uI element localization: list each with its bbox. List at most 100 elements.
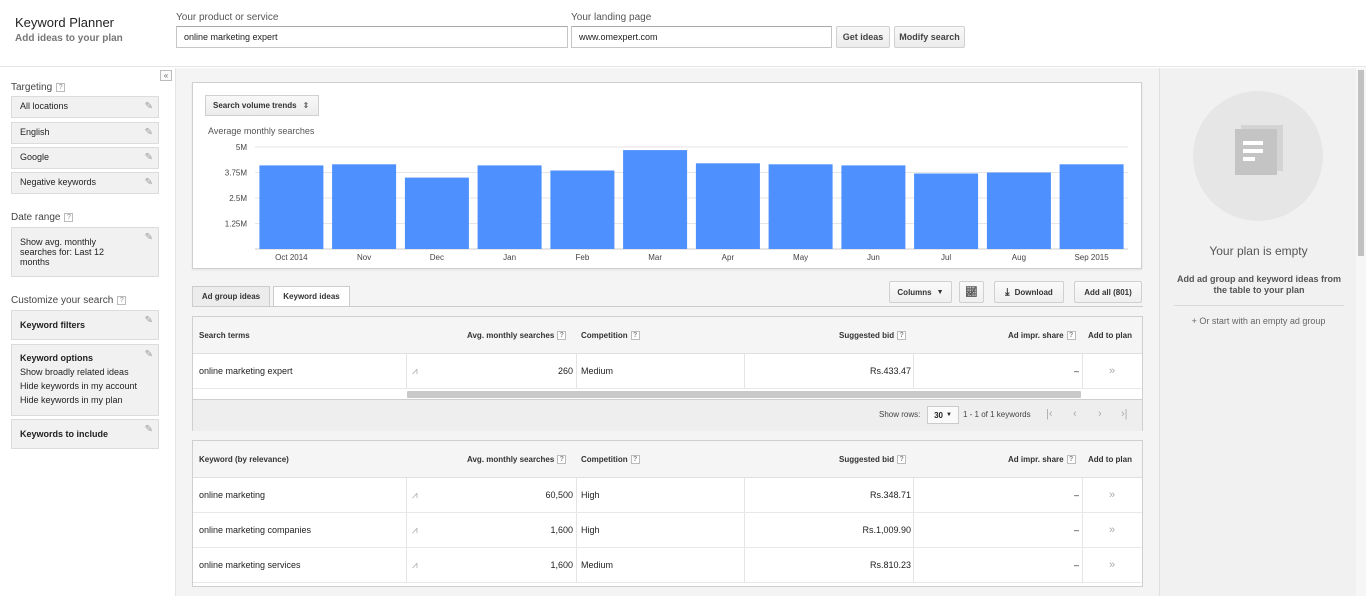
targeting-negative-keywords[interactable]: Negative keywords ✎: [11, 172, 159, 194]
keyword-cell: online marketing expert: [199, 366, 293, 376]
vertical-scrollbar-thumb[interactable]: [1358, 70, 1364, 256]
collapse-sidebar-button[interactable]: «: [160, 70, 172, 81]
trend-icon[interactable]: ⩘: [412, 354, 418, 388]
plan-panel: Your plan is empty Add ad group and keyw…: [1159, 68, 1356, 596]
pencil-icon[interactable]: ✎: [145, 127, 153, 138]
get-ideas-button[interactable]: Get ideas: [836, 26, 890, 48]
modify-search-button[interactable]: Modify search: [894, 26, 965, 48]
prev-page-icon[interactable]: ‹: [1073, 408, 1077, 420]
help-icon[interactable]: ?: [117, 296, 127, 305]
next-page-icon[interactable]: ›: [1098, 408, 1102, 420]
add-to-plan-button[interactable]: »: [1109, 478, 1115, 512]
plan-empty-title: Your plan is empty: [1209, 244, 1308, 258]
chart-bar[interactable]: [259, 165, 324, 249]
keyword-ideas-table: Keyword (by relevance) Avg. monthly sear…: [192, 440, 1143, 587]
table-row: online marketing expert ⩘ 260 Medium Rs.…: [193, 354, 1142, 389]
impr-share-cell: –: [1073, 525, 1079, 535]
chart-bar[interactable]: [1059, 164, 1124, 249]
trend-icon[interactable]: ⩘: [412, 548, 418, 582]
date-range-box[interactable]: Show avg. monthly searches for: Last 12 …: [11, 227, 159, 277]
header-keyword-relevance[interactable]: Keyword (by relevance): [199, 441, 289, 477]
trend-icon[interactable]: ⩘: [412, 478, 418, 512]
add-to-plan-button[interactable]: »: [1109, 548, 1115, 582]
tab-ad-group-ideas[interactable]: Ad group ideas: [192, 286, 270, 307]
avg-searches-cell: 1,600: [550, 560, 573, 570]
header-avg-searches[interactable]: Avg. monthly searches?: [467, 441, 567, 477]
customize-search-label: Customize your search ?: [11, 295, 127, 306]
help-icon[interactable]: ?: [630, 330, 640, 340]
table-row: online marketing companies ⩘ 1,600 High …: [193, 513, 1142, 548]
header-suggested-bid[interactable]: Suggested bid?: [839, 317, 907, 353]
x-tick-label: Feb: [576, 253, 590, 262]
keyword-options-box[interactable]: Keyword options Show broadly related ide…: [11, 344, 159, 416]
help-icon[interactable]: ?: [897, 330, 907, 340]
bid-cell: Rs.1,009.90: [862, 525, 911, 535]
competition-cell: Medium: [581, 366, 614, 376]
targeting-language[interactable]: English ✎: [11, 122, 159, 144]
download-button[interactable]: ⤓ Download: [994, 281, 1064, 303]
impr-share-cell: –: [1073, 366, 1079, 376]
rows-per-page-select[interactable]: 30 ▼: [927, 406, 959, 424]
help-icon[interactable]: ?: [557, 330, 567, 340]
tab-keyword-ideas[interactable]: Keyword ideas: [273, 286, 350, 307]
targeting-network[interactable]: Google ✎: [11, 147, 159, 169]
help-icon[interactable]: ?: [1066, 330, 1076, 340]
bid-cell: Rs.810.23: [869, 560, 911, 570]
help-icon[interactable]: ?: [630, 454, 640, 464]
header-suggested-bid[interactable]: Suggested bid?: [839, 441, 907, 477]
keywords-to-include-box[interactable]: Keywords to include ✎: [11, 419, 159, 449]
help-icon[interactable]: ?: [1066, 454, 1076, 464]
chart-bar[interactable]: [550, 170, 615, 250]
help-icon[interactable]: ?: [56, 83, 66, 92]
landing-page-input[interactable]: [571, 26, 832, 48]
pencil-icon[interactable]: ✎: [145, 349, 153, 360]
x-tick-label: Apr: [722, 253, 735, 262]
x-tick-label: Oct 2014: [275, 253, 308, 262]
header-search-terms[interactable]: Search terms: [199, 317, 250, 353]
pencil-icon[interactable]: ✎: [145, 152, 153, 163]
trend-icon[interactable]: ⩘: [412, 513, 418, 547]
pencil-icon[interactable]: ✎: [145, 101, 153, 112]
targeting-locations[interactable]: All locations ✎: [11, 96, 159, 118]
pencil-icon[interactable]: ✎: [145, 232, 153, 243]
chart-bar[interactable]: [695, 163, 760, 249]
chart-toggle-button[interactable]: 📈︎: [959, 281, 984, 303]
chart-bar[interactable]: [841, 165, 906, 249]
add-to-plan-button[interactable]: »: [1109, 513, 1115, 547]
impr-share-cell: –: [1073, 490, 1079, 500]
table-header: Keyword (by relevance) Avg. monthly sear…: [193, 441, 1142, 478]
chart-bar[interactable]: [623, 150, 688, 249]
header-add-to-plan: Add to plan: [1088, 454, 1132, 464]
header-avg-searches[interactable]: Avg. monthly searches?: [467, 317, 567, 353]
help-icon[interactable]: ?: [897, 454, 907, 464]
x-tick-label: Dec: [430, 253, 444, 262]
product-input[interactable]: [176, 26, 568, 48]
help-icon[interactable]: ?: [557, 454, 567, 464]
header-impr-share[interactable]: Ad impr. share?: [1008, 317, 1076, 353]
competition-cell: High: [581, 525, 600, 535]
empty-ad-group-link[interactable]: + Or start with an empty ad group: [1160, 316, 1357, 326]
targeting-label: Targeting ?: [11, 82, 66, 93]
add-all-button[interactable]: Add all (801): [1074, 281, 1142, 303]
chart-bar[interactable]: [332, 164, 397, 249]
download-icon: ⤓: [1005, 286, 1010, 298]
y-tick-label: 5M: [236, 143, 247, 152]
first-page-icon[interactable]: |‹: [1046, 408, 1053, 420]
last-page-icon[interactable]: ›|: [1121, 408, 1128, 420]
header-competition[interactable]: Competition?: [581, 441, 640, 477]
pencil-icon[interactable]: ✎: [145, 424, 153, 435]
chart-bar[interactable]: [477, 165, 542, 249]
add-to-plan-button[interactable]: »: [1109, 354, 1115, 388]
chart-bar[interactable]: [986, 172, 1051, 250]
help-icon[interactable]: ?: [64, 213, 74, 222]
chart-bar[interactable]: [914, 173, 979, 250]
keyword-filters-box[interactable]: Keyword filters ✎: [11, 310, 159, 340]
columns-button[interactable]: Columns ▼: [889, 281, 952, 303]
pencil-icon[interactable]: ✎: [145, 177, 153, 188]
pencil-icon[interactable]: ✎: [145, 315, 153, 326]
header-impr-share[interactable]: Ad impr. share?: [1008, 441, 1076, 477]
chart-bar[interactable]: [768, 164, 833, 249]
horizontal-scrollbar[interactable]: [407, 391, 1081, 398]
chart-bar[interactable]: [404, 177, 469, 249]
header-competition[interactable]: Competition?: [581, 317, 640, 353]
